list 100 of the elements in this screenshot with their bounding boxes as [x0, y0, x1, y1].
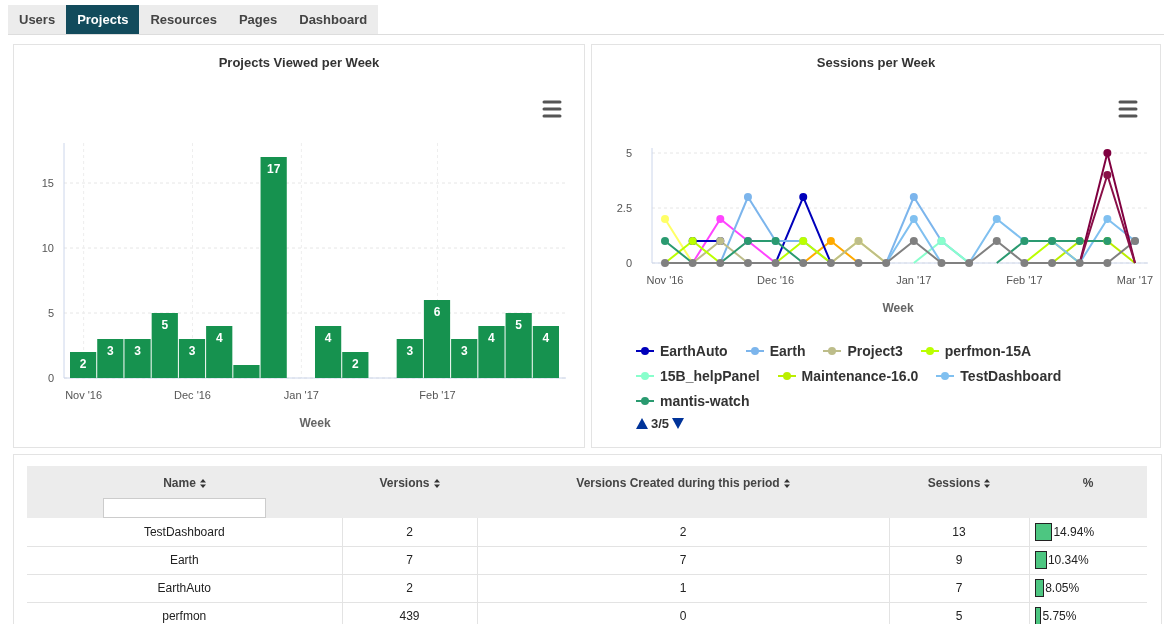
data-point — [1103, 170, 1112, 179]
data-point — [716, 258, 725, 267]
legend-marker-icon — [745, 347, 764, 355]
data-point — [743, 258, 752, 267]
table-cell: EarthAuto — [27, 574, 342, 602]
column-header[interactable]: Versions Created during this period — [477, 466, 889, 518]
legend-marker-icon — [823, 347, 842, 355]
y-tick-label: 0 — [47, 371, 54, 384]
table-cell: Earth — [27, 546, 342, 574]
table-cell: perfmon — [27, 602, 342, 624]
legend-item[interactable]: Project3 — [847, 340, 903, 362]
filter-field[interactable] — [103, 498, 266, 518]
y-tick-label: 5 — [47, 306, 54, 319]
tab[interactable]: Dashboard — [288, 5, 379, 34]
bar-value-label: 5 — [515, 317, 522, 332]
table-cell: 7 — [477, 546, 889, 574]
tab[interactable]: Resources — [139, 5, 228, 34]
bar — [478, 325, 505, 378]
tab[interactable]: Projects — [66, 5, 140, 34]
data-point — [743, 192, 752, 201]
data-point — [799, 192, 808, 201]
table-cell: 5 — [889, 602, 1029, 624]
data-point — [1103, 258, 1112, 267]
data-point — [937, 258, 946, 267]
data-point — [854, 258, 863, 267]
legend-item[interactable]: TestDashboard — [960, 365, 1062, 387]
x-tick-label: Mar '17 — [1116, 273, 1154, 286]
bar-value-label: 4 — [488, 330, 495, 345]
bar-value-label: 3 — [460, 343, 468, 358]
down-arrow-icon[interactable] — [672, 417, 685, 429]
x-tick-label: Jan '17 — [896, 273, 932, 286]
legend-item[interactable]: Earth — [769, 340, 806, 362]
data-point — [992, 236, 1001, 245]
bar-value-label: 4 — [542, 330, 550, 345]
bar-value-label: 3 — [406, 343, 414, 358]
sort-icon[interactable] — [984, 479, 991, 489]
x-tick-label: Dec '16 — [174, 388, 211, 401]
table-cell: 2 — [342, 518, 477, 546]
y-tick-label: 2.5 — [616, 201, 632, 214]
legend-item[interactable]: 15B_helpPanel — [660, 365, 760, 387]
up-arrow-icon[interactable] — [636, 417, 648, 429]
bar-value-label: 3 — [134, 343, 141, 358]
bar-value-label: 3 — [188, 343, 196, 358]
table-cell: 2 — [342, 574, 477, 602]
data-point — [1048, 258, 1057, 267]
table-cell: 1 — [477, 574, 889, 602]
data-point — [661, 236, 669, 245]
tab[interactable]: Users — [8, 5, 67, 34]
data-point — [799, 258, 808, 267]
y-tick-label: 5 — [625, 146, 632, 159]
sort-icon[interactable] — [783, 479, 790, 489]
data-point — [882, 258, 891, 267]
bar-value-label: 2 — [352, 356, 359, 371]
legend-marker-icon — [636, 347, 654, 355]
bar — [505, 312, 532, 378]
bar-value-label: 5 — [161, 317, 169, 332]
x-tick-label: Dec '16 — [757, 273, 795, 286]
legend-item[interactable]: mantis-watch — [660, 390, 750, 412]
tab[interactable]: Pages — [227, 5, 289, 34]
legend-item[interactable]: Maintenance-16.0 — [801, 365, 919, 387]
table-cell: 13 — [889, 518, 1029, 546]
bar — [532, 325, 559, 378]
chart-title: Sessions per Week — [815, 54, 937, 72]
column-header[interactable]: Versions — [342, 466, 477, 518]
table-cell: TestDashboard — [27, 518, 342, 546]
table-cell: 439 — [342, 602, 477, 624]
data-point — [771, 258, 780, 267]
bar-value-label: 6 — [433, 304, 441, 319]
data-point — [909, 214, 918, 223]
table-cell-text: 8.05% — [1045, 580, 1080, 597]
sort-icon[interactable] — [433, 479, 440, 489]
data-point — [826, 236, 835, 245]
data-point — [661, 258, 669, 267]
x-tick-label: Feb '17 — [1006, 273, 1043, 286]
data-point — [1020, 258, 1029, 267]
bar-value-label: 4 — [215, 330, 223, 345]
table-cell: 7 — [342, 546, 477, 574]
legend-marker-icon — [636, 397, 654, 405]
x-axis-title: Week — [299, 415, 331, 430]
data-point — [688, 258, 697, 267]
data-point — [1075, 258, 1084, 267]
data-point — [909, 192, 918, 201]
legend-item[interactable]: perfmon-15A — [944, 340, 1032, 362]
data-point — [661, 214, 669, 223]
table-cell: 9 — [889, 546, 1029, 574]
data-point — [826, 258, 835, 267]
table-cell-text: 14.94% — [1053, 523, 1095, 541]
sort-icon[interactable] — [199, 479, 206, 489]
column-header[interactable]: % — [1029, 466, 1147, 518]
column-header[interactable]: Name — [27, 466, 342, 518]
legend-marker-icon — [936, 372, 955, 380]
legend-item[interactable]: EarthAuto — [660, 340, 728, 362]
table-cell-text: 5.75% — [1042, 608, 1077, 624]
data-point — [1103, 148, 1112, 157]
data-point — [1103, 214, 1112, 223]
y-tick-label: 0 — [625, 256, 632, 269]
column-header[interactable]: Sessions — [889, 466, 1029, 518]
table-cell: 7 — [889, 574, 1029, 602]
bar-value-label: 4 — [324, 330, 332, 345]
x-tick-label: Jan '17 — [283, 388, 319, 401]
